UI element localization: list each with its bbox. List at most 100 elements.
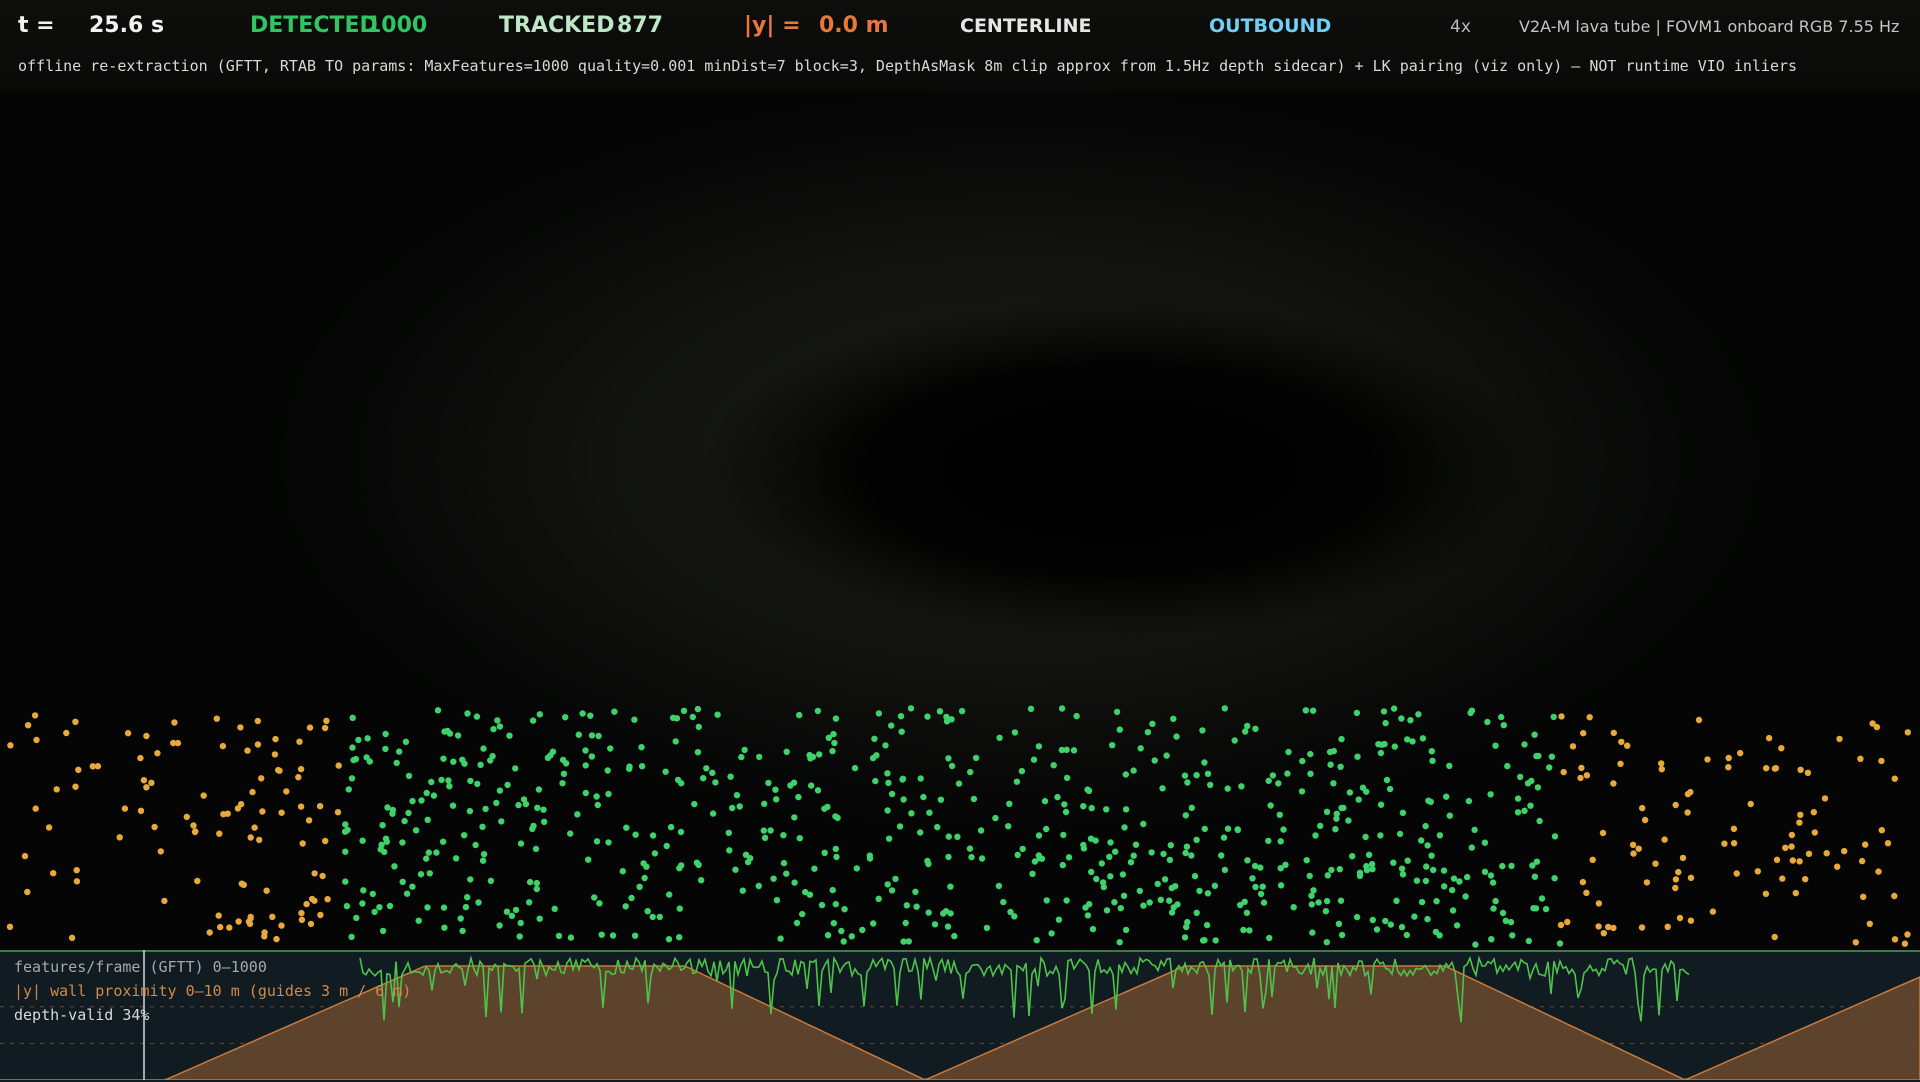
untracked-feature-point: [1792, 889, 1800, 897]
untracked-feature-point: [247, 834, 254, 841]
tracked-feature-point: [1354, 753, 1361, 760]
untracked-feature-point: [1804, 769, 1812, 776]
tracked-feature-point: [695, 723, 702, 731]
tracked-feature-point: [631, 716, 638, 723]
tracked-feature-point: [830, 920, 837, 927]
tracked-feature-point: [1467, 709, 1474, 717]
tracked-feature-point: [897, 713, 905, 720]
untracked-feature-point: [1834, 863, 1841, 870]
tracked-feature-point: [1415, 711, 1422, 718]
tracked-feature-point: [1238, 783, 1245, 790]
tracked-feature-point: [1299, 757, 1306, 765]
tracked-feature-point: [605, 790, 612, 798]
tracked-feature-point: [783, 870, 790, 877]
tracked-feature-point: [967, 768, 974, 776]
tracked-feature-point: [1043, 825, 1050, 833]
tracked-feature-point: [958, 707, 966, 715]
tracked-feature-point: [1337, 763, 1344, 770]
untracked-feature-point: [1797, 766, 1804, 773]
untracked-feature-point: [296, 738, 303, 745]
tracked-feature-point: [709, 769, 716, 776]
tracked-feature-point: [1484, 718, 1491, 726]
tracked-feature-point: [530, 822, 537, 830]
tracked-feature-point: [1542, 905, 1550, 913]
tracked-feature-point: [503, 908, 511, 915]
tracked-feature-point: [1103, 806, 1110, 813]
tracked-feature-point: [736, 803, 743, 810]
tracked-feature-point: [1181, 934, 1189, 941]
tracked-feature-point: [626, 763, 633, 770]
tracked-feature-point: [551, 905, 558, 912]
tracked-feature-point: [900, 938, 907, 945]
tracked-feature-point: [1536, 817, 1543, 825]
untracked-feature-point: [1595, 923, 1602, 930]
tracked-feature-point: [517, 919, 524, 927]
tracked-feature-point: [1144, 729, 1152, 736]
tracked-feature-point: [1055, 916, 1063, 923]
untracked-feature-point: [322, 837, 329, 845]
tracked-feature-point: [899, 776, 906, 783]
tracked-feature-point: [1188, 852, 1195, 859]
untracked-feature-point: [219, 742, 227, 750]
tracked-feature-point: [773, 796, 780, 803]
untracked-feature-point: [317, 911, 324, 919]
tracked-feature-point: [1418, 898, 1426, 906]
tracked-feature-point: [1048, 930, 1055, 937]
tracked-feature-point: [732, 866, 739, 873]
tracked-feature-point: [1481, 868, 1489, 875]
tracked-feature-point: [466, 807, 474, 815]
tracked-feature-point: [884, 770, 891, 777]
tracked-feature-point: [1449, 907, 1457, 914]
untracked-feature-point: [217, 923, 224, 931]
untracked-feature-point: [1564, 918, 1571, 926]
timeline-chart: [0, 950, 1920, 1080]
detected-label: DETECTED: [250, 13, 378, 38]
untracked-feature-point: [251, 824, 258, 831]
tracked-feature-point: [1084, 912, 1092, 919]
tracked-feature-point: [841, 906, 848, 913]
tracked-feature-point: [912, 888, 919, 895]
untracked-feature-point: [256, 836, 263, 844]
tracked-feature-point: [978, 855, 986, 862]
tracked-feature-point: [415, 917, 422, 924]
tracked-feature-point: [1391, 743, 1399, 750]
tracked-feature-point: [1422, 822, 1429, 830]
tracked-feature-point: [1035, 743, 1043, 750]
tracked-feature-point: [588, 732, 596, 739]
tracked-feature-point: [1399, 809, 1407, 816]
tracked-feature-point: [896, 823, 904, 830]
untracked-feature-point: [1695, 716, 1703, 724]
tracked-feature-point: [1524, 780, 1532, 787]
untracked-feature-point: [238, 880, 245, 887]
untracked-feature-point: [143, 732, 150, 740]
tracked-feature-point: [1377, 749, 1385, 757]
tracked-feature-point: [888, 887, 896, 894]
tracked-feature-point: [931, 921, 939, 928]
tracked-feature-point: [925, 909, 932, 916]
tracked-feature-point: [1184, 918, 1191, 926]
tracked-feature-point: [937, 796, 945, 803]
tracked-feature-point: [1207, 781, 1214, 789]
tracked-feature-point: [1534, 784, 1542, 791]
tracked-feature-point: [532, 845, 540, 853]
tracked-feature-point: [1468, 844, 1476, 851]
tracked-feature-point: [1306, 872, 1313, 880]
tracked-feature-point: [1063, 774, 1071, 782]
untracked-feature-point: [1779, 875, 1786, 882]
untracked-feature-point: [1684, 790, 1692, 798]
untracked-feature-point: [215, 912, 222, 919]
tracked-feature-point: [1029, 870, 1036, 877]
tracked-feature-point: [1338, 735, 1345, 743]
tracked-feature-point: [360, 887, 367, 894]
tracked-feature-point: [1443, 793, 1450, 800]
untracked-feature-point: [140, 777, 148, 784]
tracked-feature-point: [773, 897, 781, 904]
tracked-feature-point: [1276, 811, 1284, 818]
tracked-feature-point: [1257, 864, 1264, 871]
untracked-feature-point: [298, 909, 305, 917]
tracked-feature-point: [1182, 849, 1189, 857]
tracked-feature-point: [424, 816, 431, 823]
tracked-feature-point: [1269, 772, 1277, 779]
tracked-feature-point: [1065, 854, 1073, 861]
tracked-feature-point: [632, 831, 639, 838]
